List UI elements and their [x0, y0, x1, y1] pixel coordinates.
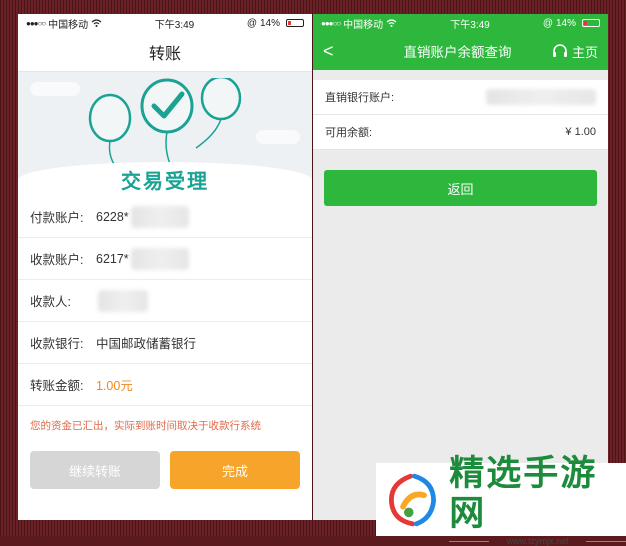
bank-account-row: 直销银行账户:	[313, 80, 608, 115]
payer-account-row: 付款账户: 6228*	[18, 196, 312, 238]
cloud	[256, 130, 300, 144]
battery-group: @ 14%	[247, 18, 304, 29]
wifi-icon	[91, 19, 102, 27]
row-label: 收款账户:	[30, 253, 84, 267]
status-time: 下午3:49	[450, 19, 490, 31]
balance-query-screen: ●●●○○ 中国移动 下午3:49 @ 14% < 直销账户余额查询 主页 直销…	[313, 14, 608, 520]
signal-icon: ●●●○○	[321, 18, 341, 28]
redacted-blur	[486, 89, 596, 105]
wifi-icon	[386, 19, 397, 27]
funds-sent-notice: 您的资金已汇出，实际到账时间取决于收款行系统	[30, 420, 261, 432]
watermark-url: www.tzymjx.net	[449, 536, 626, 546]
page-title: 转账	[18, 32, 312, 72]
row-label: 可用余额:	[325, 127, 373, 139]
row-label: 付款账户:	[30, 211, 84, 225]
status-time: 下午3:49	[154, 19, 195, 31]
row-value: 中国邮政储蓄银行	[96, 337, 197, 351]
row-label: 收款人:	[30, 295, 71, 309]
redacted-blur	[130, 247, 189, 270]
nav-bar: < 直销账户余额查询 主页	[313, 32, 608, 70]
row-value: 6228*	[96, 209, 129, 224]
redacted-blur	[130, 205, 189, 228]
continue-transfer-button[interactable]: 继续转账	[30, 451, 160, 489]
balloon-check-icon	[88, 78, 242, 165]
row-value-group: 6217*	[96, 247, 189, 270]
success-banner: 交易受理	[18, 72, 312, 196]
watermark-title: 精选手游网	[449, 453, 598, 533]
battery-icon	[582, 19, 600, 27]
battery-label: 14%	[259, 17, 280, 29]
payee-account-row: 收款账户: 6217*	[18, 238, 312, 280]
watermark-text: 精选手游网 www.tzymjx.net	[449, 454, 626, 546]
battery-group: @ 14%	[543, 18, 600, 29]
amount-row: 转账金额: 1.00元	[18, 364, 312, 406]
signal-icon: ●●●○○	[26, 18, 46, 28]
carrier-group: ●●●○○ 中国移动	[26, 16, 102, 31]
home-link[interactable]: 主页	[552, 42, 598, 61]
status-bar: ●●●○○ 中国移动 下午3:49 @ 14%	[313, 14, 608, 32]
site-watermark: 精选手游网 www.tzymjx.net	[376, 454, 626, 546]
action-buttons: 继续转账 完成	[18, 433, 312, 489]
payee-bank-row: 收款银行: 中国邮政储蓄银行	[18, 322, 312, 364]
row-value-group: 6228*	[96, 205, 189, 228]
done-button[interactable]: 完成	[170, 451, 300, 489]
cloud	[30, 82, 80, 96]
payee-name-row: 收款人:	[18, 280, 312, 322]
headset-icon	[552, 44, 567, 57]
app-header: ●●●○○ 中国移动 下午3:49 @ 14% < 直销账户余额查询 主页	[313, 14, 608, 70]
battery-icon	[286, 19, 304, 27]
available-balance-row: 可用余额: ¥ 1.00	[313, 115, 608, 150]
carrier-label: 中国移动	[48, 19, 89, 31]
row-value: 6217*	[96, 251, 129, 266]
back-icon[interactable]: <	[323, 41, 363, 62]
status-bar: ●●●○○ 中国移动 下午3:49 @ 14%	[18, 14, 312, 32]
battery-label: 14%	[555, 17, 576, 29]
carrier-group: ●●●○○ 中国移动	[321, 16, 397, 31]
carrier-label: 中国移动	[343, 19, 384, 31]
banner-title: 交易受理	[121, 171, 209, 193]
transfer-screen: ●●●○○ 中国移动 下午3:49 @ 14% 转账 交易受理 付款账户: 62…	[18, 14, 312, 520]
lock-icon: @	[542, 17, 553, 29]
row-label: 直销银行账户:	[325, 92, 395, 104]
row-label: 转账金额:	[30, 379, 84, 393]
return-button[interactable]: 返回	[324, 170, 597, 206]
page-title: 直销账户余额查询	[403, 45, 512, 60]
redacted-blur	[98, 289, 148, 312]
transfer-details: 付款账户: 6228* 收款账户: 6217* 收款人: 收款银行: 中国邮政储…	[18, 196, 312, 406]
row-label: 收款银行:	[30, 337, 84, 351]
balance-value: ¥ 1.00	[565, 126, 596, 138]
transfer-amount: 1.00元	[96, 379, 133, 393]
logo-icon	[389, 473, 436, 526]
lock-icon: @	[246, 17, 257, 29]
row-value-group	[96, 289, 148, 312]
home-label: 主页	[571, 44, 598, 60]
